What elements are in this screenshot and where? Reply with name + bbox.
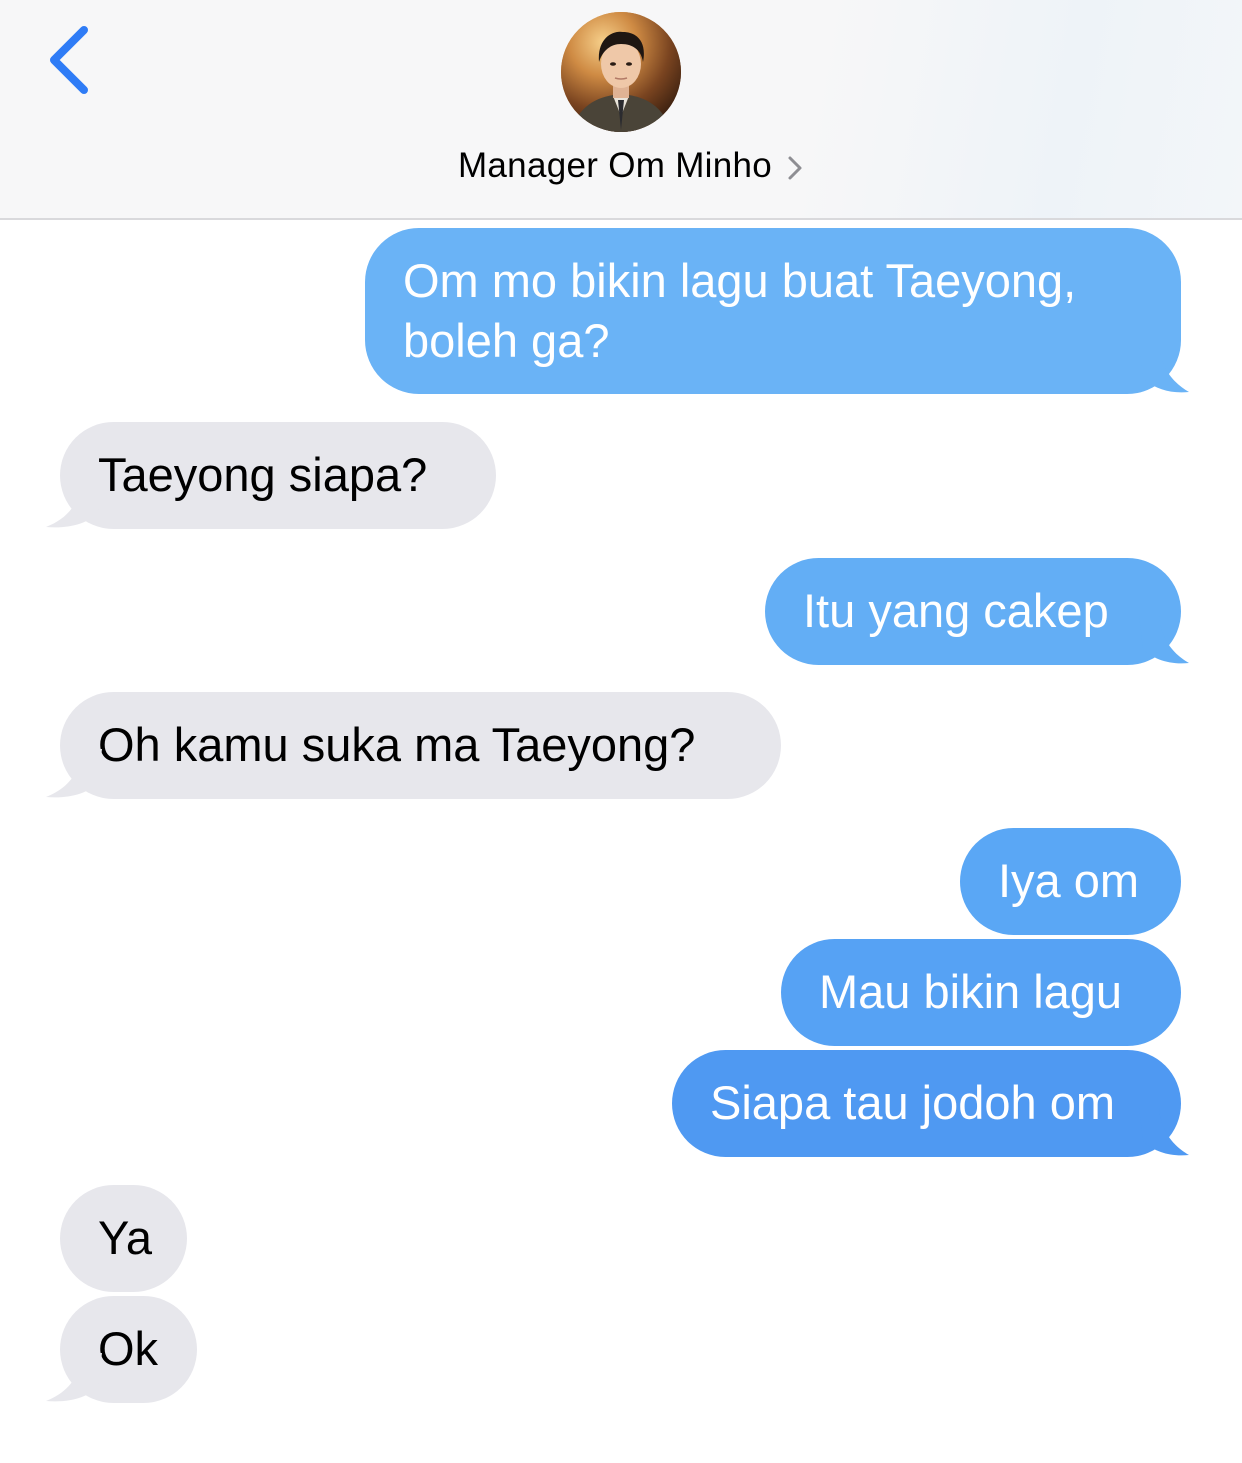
message-text: Siapa tau jodoh om — [710, 1076, 1116, 1129]
message-bubble-sent[interactable]: Iya om — [960, 828, 1181, 935]
message-text: Itu yang cakep — [803, 584, 1109, 637]
message-bubble-sent[interactable]: Mau bikin lagu — [781, 939, 1181, 1046]
contact-name: Manager Om Minho — [457, 146, 773, 185]
message-bubble-sent[interactable]: Siapa tau jodoh om — [672, 1050, 1189, 1157]
message-text: Iya om — [998, 854, 1140, 907]
conversation-header: Manager Om Minho — [0, 0, 1242, 220]
message-text: Oh kamu suka ma Taeyong? — [98, 718, 696, 771]
bubble-tail — [46, 479, 102, 528]
bubble-tail — [46, 1353, 102, 1402]
message-bubble-received[interactable]: Ya — [60, 1185, 187, 1292]
bubble-tail — [46, 749, 102, 798]
bubble-tail — [1139, 344, 1189, 393]
avatar-photo — [561, 12, 681, 132]
message-bubble-received[interactable]: Oh kamu suka ma Taeyong? — [46, 692, 781, 799]
message-text-line: Om mo bikin lagu buat Taeyong, — [403, 254, 1077, 307]
bubble-tail — [1139, 615, 1189, 664]
message-text: Mau bikin lagu — [819, 965, 1123, 1018]
message-text: Taeyong siapa? — [98, 448, 428, 501]
contact-avatar[interactable] — [561, 12, 681, 132]
message-bubble-received[interactable]: Taeyong siapa? — [46, 422, 496, 529]
message-text-line: boleh ga? — [403, 314, 610, 367]
message-bubble-sent[interactable]: Om mo bikin lagu buat Taeyong, boleh ga? — [365, 228, 1189, 394]
back-button[interactable] — [40, 22, 100, 98]
message-bubble-received[interactable]: Ok — [46, 1296, 197, 1403]
bubble-tail — [1139, 1107, 1189, 1156]
messages-screen: Manager Om Minho Om mo bikin lagu buat T… — [0, 0, 1242, 1463]
message-text: Ok — [98, 1322, 159, 1375]
contact-name-button[interactable]: Manager Om Minho — [0, 140, 1242, 192]
message-text: Ya — [98, 1211, 152, 1264]
chevron-left-icon — [50, 26, 88, 94]
message-bubble-sent[interactable]: Itu yang cakep — [765, 558, 1189, 665]
chevron-right-icon — [788, 156, 802, 179]
